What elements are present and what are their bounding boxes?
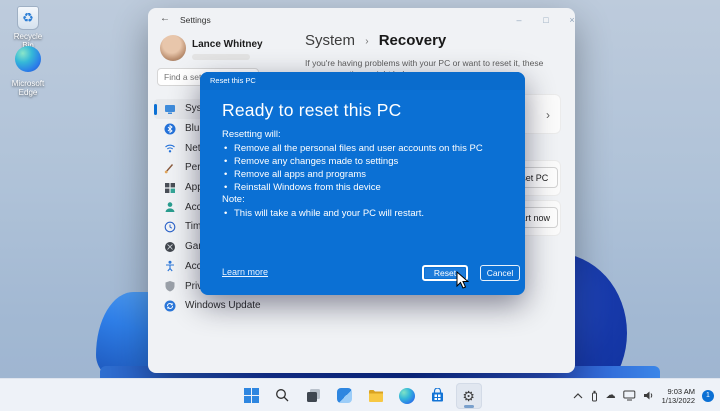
note-list: This will take a while and your PC will … <box>224 207 424 220</box>
close-button[interactable]: × <box>564 15 575 25</box>
learn-more-link[interactable]: Learn more <box>222 267 268 277</box>
avatar <box>160 35 186 61</box>
edge-button[interactable] <box>394 383 420 409</box>
edge-icon <box>399 388 415 404</box>
tray-date: 1/13/2022 <box>662 396 695 405</box>
store-icon <box>430 388 445 403</box>
page-title: Recovery <box>379 32 447 49</box>
maximize-button[interactable]: □ <box>538 15 554 25</box>
task-view-icon <box>306 388 321 403</box>
minimize-button[interactable]: – <box>511 15 527 25</box>
shield-icon <box>164 280 176 292</box>
clock-icon <box>164 221 176 233</box>
microsoft-store-button[interactable] <box>425 383 451 409</box>
mouse-cursor <box>456 271 469 290</box>
widgets-button[interactable] <box>332 383 358 409</box>
breadcrumb-root[interactable]: System <box>305 32 355 49</box>
widgets-icon <box>337 388 352 403</box>
dialog-heading: Ready to reset this PC <box>222 100 401 121</box>
brush-icon <box>164 162 176 174</box>
breadcrumb-separator: › <box>365 36 368 47</box>
bluetooth-icon <box>164 123 176 135</box>
list-item: Remove all apps and programs <box>224 168 483 181</box>
account-email-blurred <box>192 54 250 60</box>
usb-icon[interactable] <box>590 390 599 402</box>
window-title: Settings <box>180 15 211 25</box>
onedrive-cloud-icon[interactable]: ☁ <box>606 391 616 401</box>
reset-this-pc-dialog: Reset this PC Ready to reset this PC Res… <box>200 72 525 295</box>
resetting-will-label: Resetting will: <box>222 129 281 140</box>
recycle-bin-icon: ♻ <box>17 6 39 30</box>
search-button[interactable] <box>270 383 296 409</box>
list-item: This will take a while and your PC will … <box>224 207 424 220</box>
settings-button[interactable]: ⚙ <box>456 383 482 409</box>
accessibility-person-icon <box>164 260 176 272</box>
search-icon <box>275 388 290 403</box>
person-icon <box>164 201 176 213</box>
chevron-right-icon: › <box>546 108 550 122</box>
account-name: Lance Whitney <box>192 39 263 50</box>
file-explorer-button[interactable] <box>363 383 389 409</box>
list-item: Remove any changes made to settings <box>224 155 483 168</box>
hidden-icons-chevron[interactable] <box>573 392 583 400</box>
wifi-icon <box>164 142 176 154</box>
list-item: Remove all the personal files and user a… <box>224 142 483 155</box>
desktop-icon-recycle-bin[interactable]: ♻ Recycle Bin <box>8 6 48 50</box>
list-item: Reinstall Windows from this device <box>224 181 483 194</box>
notification-badge[interactable]: 1 <box>702 390 714 402</box>
back-button[interactable]: ← <box>160 13 170 24</box>
taskbar: ⚙ ☁ 9:03 AM 1/13/2022 1 <box>0 378 720 411</box>
tray-time: 9:03 AM <box>662 387 695 396</box>
xbox-icon <box>164 241 176 253</box>
windows-logo-icon <box>244 388 259 403</box>
sidebar-item-windows-update[interactable]: Windows Update <box>154 296 306 316</box>
file-explorer-icon <box>368 389 384 403</box>
breadcrumb: System › Recovery <box>305 32 446 49</box>
edge-icon <box>15 46 41 72</box>
cancel-button[interactable]: Cancel <box>480 265 520 281</box>
display-icon[interactable] <box>623 390 636 401</box>
sidebar-item-label: Windows Update <box>185 300 261 311</box>
desktop-icon-label: Microsoft Edge <box>8 79 48 97</box>
system-icon <box>164 103 176 115</box>
settings-gear-icon: ⚙ <box>462 389 475 403</box>
clock[interactable]: 9:03 AM 1/13/2022 <box>662 387 695 405</box>
reset-consequences-list: Remove all the personal files and user a… <box>224 142 483 194</box>
start-button[interactable] <box>239 383 265 409</box>
speaker-icon[interactable] <box>643 390 655 401</box>
update-arrows-icon <box>164 300 176 312</box>
apps-grid-icon <box>164 182 176 194</box>
dialog-titlebar: Reset this PC <box>200 72 525 90</box>
system-tray: ☁ 9:03 AM 1/13/2022 1 <box>573 379 714 411</box>
note-label: Note: <box>222 194 245 205</box>
task-view-button[interactable] <box>301 383 327 409</box>
desktop-icon-microsoft-edge[interactable]: Microsoft Edge <box>8 46 48 97</box>
